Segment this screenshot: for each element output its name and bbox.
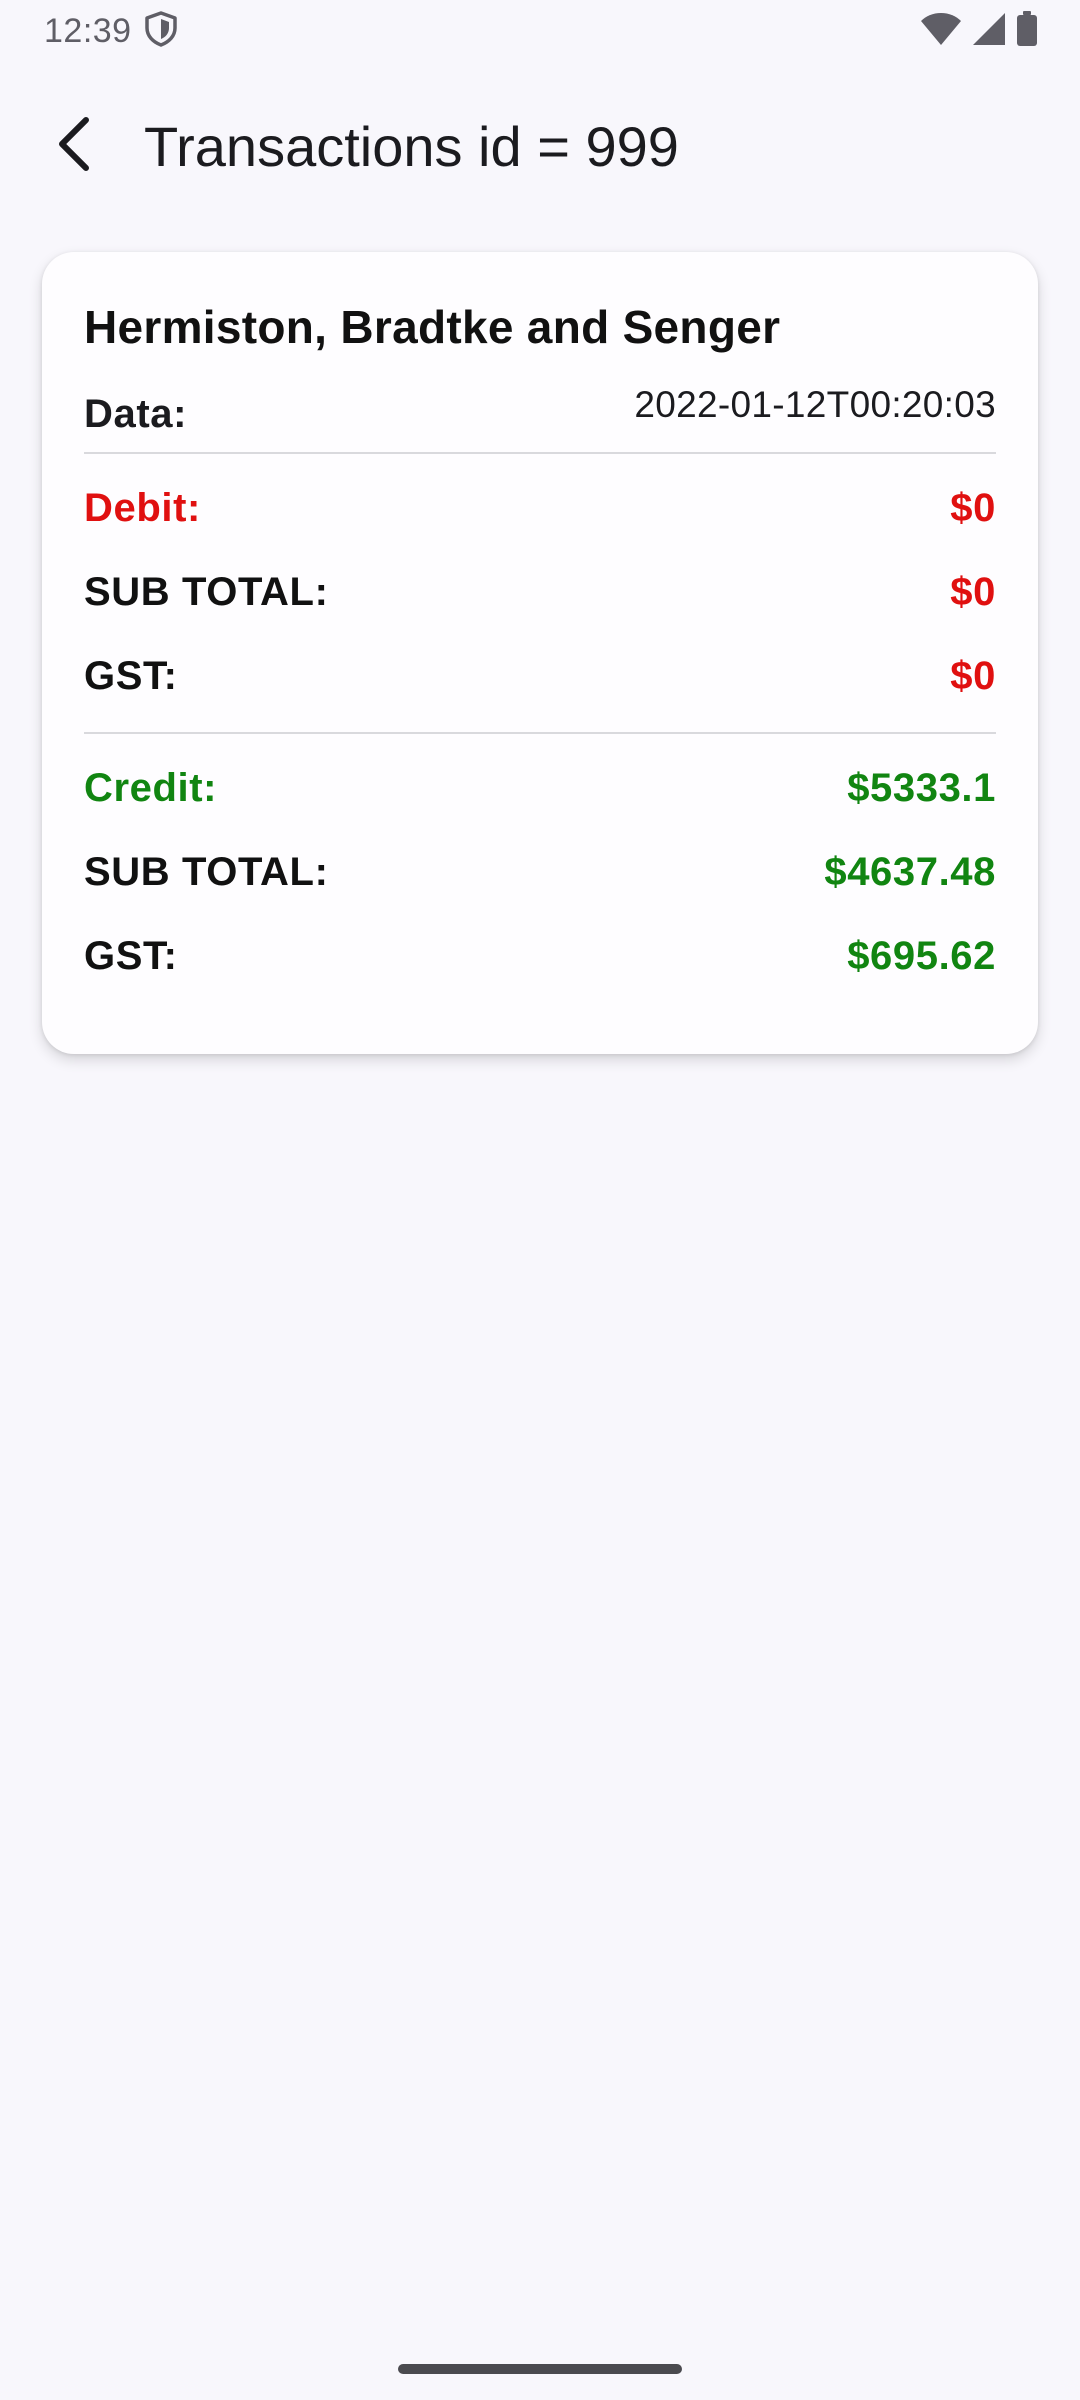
content-area: Hermiston, Bradtke and Senger Data: 2022… <box>0 206 1080 1076</box>
debit-sub-total-value: $0 <box>950 569 996 614</box>
app-bar: Transactions id = 999 <box>0 86 1080 206</box>
credit-sub-total-label: SUB TOTAL: <box>84 849 329 894</box>
debit-value: $0 <box>950 485 996 530</box>
back-button[interactable] <box>26 98 122 194</box>
debit-gst-value: $0 <box>950 653 996 698</box>
status-left: 12:39 <box>44 10 178 52</box>
status-bar: 12:39 <box>0 0 1080 62</box>
transaction-card: Hermiston, Bradtke and Senger Data: 2022… <box>42 252 1038 1054</box>
debit-gst-label: GST: <box>84 653 178 698</box>
debit-sub-total-label: SUB TOTAL: <box>84 569 329 614</box>
credit-sub-total-value: $4637.48 <box>824 849 996 894</box>
credit-sub-total-row: SUB TOTAL: $4637.48 <box>84 830 996 914</box>
debit-row: Debit: $0 <box>84 466 996 550</box>
status-right <box>920 10 1038 52</box>
shield-icon <box>144 10 178 52</box>
credit-label: Credit: <box>84 765 218 810</box>
credit-row: Credit: $5333.1 <box>84 746 996 830</box>
signal-icon <box>972 12 1006 51</box>
credit-gst-row: GST: $695.62 <box>84 914 996 998</box>
date-value: 2022-01-12T00:20:03 <box>634 384 996 425</box>
page-title: Transactions id = 999 <box>144 114 679 178</box>
debit-gst-row: GST: $0 <box>84 634 996 718</box>
date-label: Data: <box>84 392 188 436</box>
debit-label: Debit: <box>84 485 201 530</box>
debit-sub-total-row: SUB TOTAL: $0 <box>84 550 996 634</box>
credit-value: $5333.1 <box>847 765 996 810</box>
battery-icon <box>1016 10 1038 52</box>
arrow-back-icon <box>52 116 96 177</box>
status-time: 12:39 <box>44 11 132 50</box>
date-row: Data: 2022-01-12T00:20:03 <box>84 362 996 452</box>
credit-gst-label: GST: <box>84 933 178 978</box>
screen: 12:39 Transactions id = 999 Hermiston, B… <box>0 0 1080 2400</box>
gesture-nav-handle[interactable] <box>398 2364 682 2374</box>
company-name: Hermiston, Bradtke and Senger <box>84 301 781 353</box>
wifi-icon <box>920 12 962 51</box>
credit-gst-value: $695.62 <box>847 933 996 978</box>
